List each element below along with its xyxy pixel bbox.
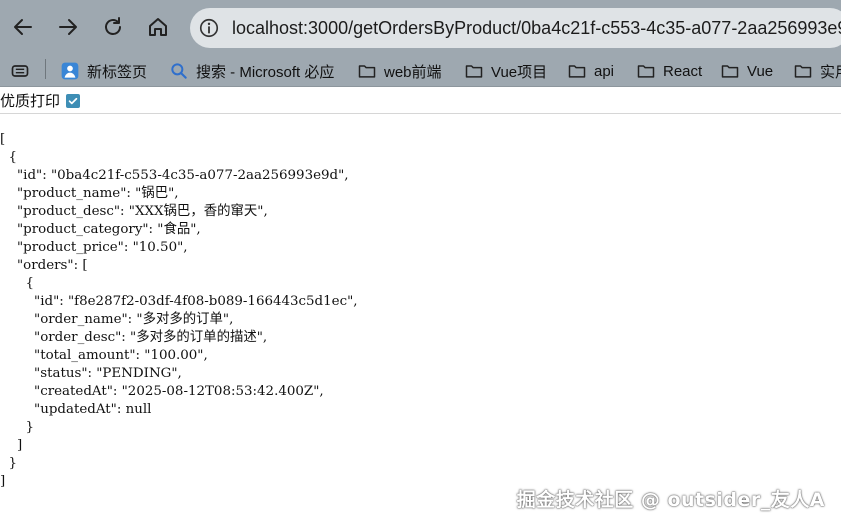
bookmark-folder-vue[interactable]: Vue — [720, 58, 773, 84]
tab-actions-icon — [11, 65, 29, 77]
new-tab-icon — [61, 62, 79, 80]
bookmark-label: Vue项目 — [491, 63, 548, 81]
bookmark-label: React — [663, 62, 703, 80]
bookmark-label: Vue — [747, 62, 774, 80]
json-line: ] — [0, 438, 23, 453]
json-line: "createdAt": "2025-08-12T08:53:42.400Z", — [0, 384, 324, 399]
json-line: "status": "PENDING", — [0, 366, 182, 381]
bookmark-label: api — [594, 62, 615, 80]
bookmark-label: web前端 — [384, 63, 442, 81]
search-icon — [171, 63, 187, 79]
bookmark-new-tab[interactable]: 新标签页 — [60, 58, 147, 84]
json-line: "order_name": "多对多的订单", — [0, 312, 234, 327]
json-line: "updatedAt": null — [0, 402, 152, 417]
reload-icon — [105, 17, 121, 35]
reload-button[interactable] — [98, 12, 128, 42]
bookmark-bing-search[interactable]: 搜索 - Microsoft 必应 — [169, 58, 334, 84]
json-line: } — [0, 420, 35, 435]
bookmark-folder-vue-project[interactable]: Vue项目 — [464, 58, 547, 84]
bookmark-label: 搜索 - Microsoft 必应 — [196, 63, 335, 81]
json-line: "product_category": "食品", — [0, 222, 201, 237]
bookmark-folder-api[interactable]: api — [567, 58, 614, 84]
pretty-print-checkbox[interactable] — [66, 93, 81, 108]
forward-button[interactable] — [53, 12, 83, 42]
bookmark-folder-utility[interactable]: 实用 — [793, 58, 841, 84]
bookmark-divider — [45, 59, 46, 79]
browser-toolbar: localhost:3000/getOrdersByProduct/0ba4c2… — [0, 0, 841, 55]
address-bar[interactable]: localhost:3000/getOrdersByProduct/0ba4c2… — [190, 8, 841, 48]
folder-icon — [637, 65, 655, 78]
json-response-body: [ { "id": "0ba4c21f-c553-4c35-a077-2aa25… — [0, 131, 841, 491]
json-line: "product_desc": "XXX锅巴，香的窜天", — [0, 204, 268, 219]
bookmark-folder-web[interactable]: web前端 — [357, 58, 442, 84]
bookmark-label: 新标签页 — [87, 63, 148, 81]
json-line: { — [0, 276, 35, 291]
bookmark-label: 实用 — [820, 63, 841, 81]
pretty-print-label: 优质打印 — [0, 92, 61, 110]
json-line: "total_amount": "100.00", — [0, 348, 208, 363]
back-button[interactable] — [8, 12, 38, 42]
arrow-right-icon — [59, 19, 77, 35]
checkmark-icon — [68, 97, 78, 104]
json-line: [ — [0, 132, 6, 147]
folder-icon — [568, 65, 586, 78]
json-line: "product_name": "锅巴", — [0, 186, 179, 201]
address-url[interactable]: localhost:3000/getOrdersByProduct/0ba4c2… — [232, 18, 841, 39]
watermark: 掘金技术社区 @ outsider_友人A — [516, 489, 825, 511]
bookmark-folder-react[interactable]: React — [636, 58, 702, 84]
json-line: "order_desc": "多对多的订单的描述", — [0, 330, 268, 345]
json-line: "product_price": "10.50", — [0, 240, 188, 255]
folder-icon — [721, 65, 739, 78]
info-icon[interactable] — [198, 17, 220, 39]
pretty-print-bar: 优质打印 — [0, 88, 841, 114]
json-line: "orders": [ — [0, 258, 88, 273]
home-icon — [149, 18, 167, 36]
json-line: "id": "f8e287f2-03df-4f08-b089-166443c5d… — [0, 294, 358, 309]
tab-actions-button[interactable] — [10, 58, 37, 84]
json-line: } — [0, 456, 18, 471]
json-line: { — [0, 150, 18, 165]
folder-icon — [358, 65, 376, 78]
folder-icon — [465, 65, 483, 78]
json-line: "id": "0ba4c21f-c553-4c35-a077-2aa256993… — [0, 168, 349, 183]
arrow-left-icon — [14, 19, 32, 35]
home-button[interactable] — [143, 12, 173, 42]
folder-icon — [794, 65, 812, 78]
